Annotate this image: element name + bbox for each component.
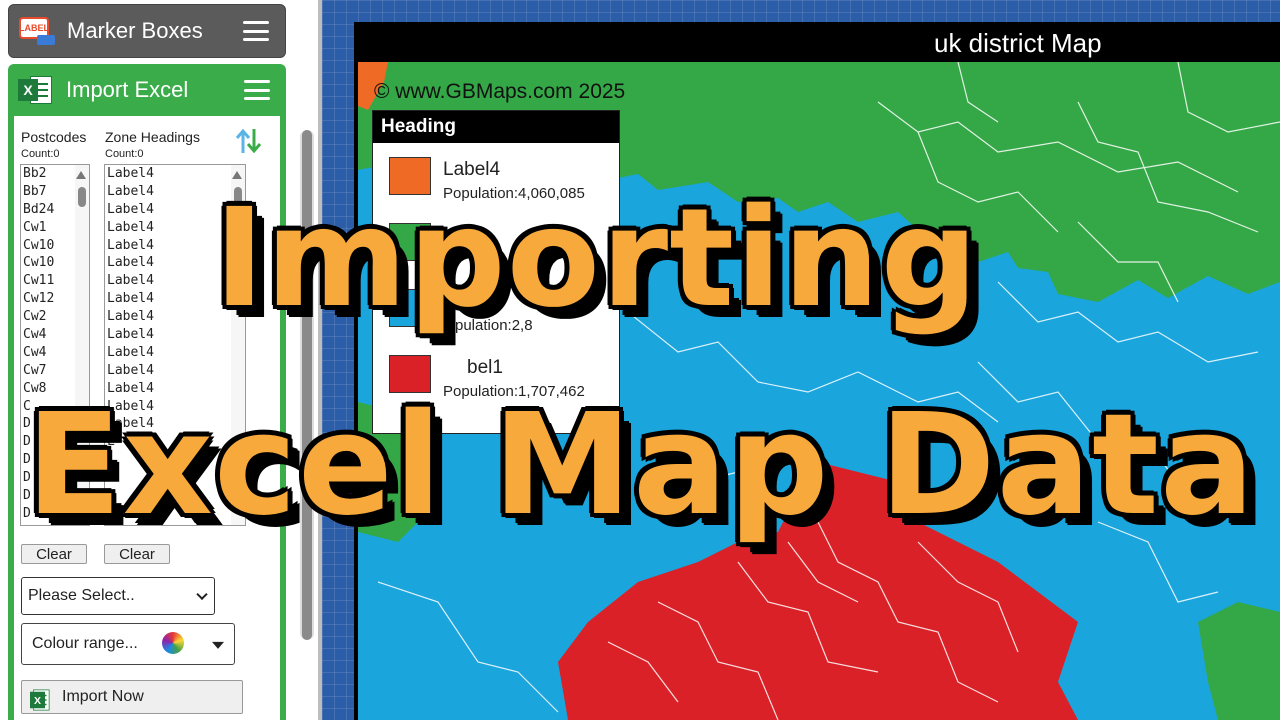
zone-heading-list-item[interactable]: Label4 — [105, 362, 245, 380]
column-select[interactable]: Please Select.. — [21, 577, 215, 615]
legend-heading: Heading — [373, 111, 619, 143]
zone-heading-list-item[interactable]: Label4 — [105, 344, 245, 362]
chevron-down-icon — [196, 588, 208, 601]
postcodes-heading: Postcodes — [21, 129, 87, 145]
dropdown-arrow-icon — [212, 641, 224, 649]
legend-item-label: Label4 — [443, 159, 501, 180]
marker-boxes-menu-icon[interactable] — [243, 21, 269, 41]
marker-boxes-title: Marker Boxes — [67, 18, 203, 43]
sidebar: LABEL Marker Boxes X Import Excel Postco… — [0, 0, 320, 720]
import-excel-panel-header[interactable]: X Import Excel — [8, 64, 286, 116]
clear-zones-button[interactable]: Clear — [104, 544, 170, 564]
column-select-value: Please Select.. — [28, 587, 135, 604]
import-excel-title: Import Excel — [66, 77, 189, 102]
overlay-title-line1: Importing — [214, 180, 979, 338]
copyright-text: © www.GBMaps.com 2025 — [374, 80, 626, 103]
overlay-title-line2: Excel Map Data — [26, 384, 1256, 547]
excel-icon: X — [18, 74, 56, 106]
excel-icon: X — [30, 688, 50, 711]
label-icon: LABEL — [19, 15, 57, 47]
zone-headings-heading: Zone Headings — [105, 129, 200, 145]
legend-item-label: bel1 — [467, 357, 503, 378]
zone-headings-count: Count:0 — [105, 148, 144, 160]
clear-postcodes-button[interactable]: Clear — [21, 544, 87, 564]
import-excel-menu-icon[interactable] — [244, 80, 270, 100]
map-title: uk district Map — [934, 28, 1102, 58]
colour-range-select[interactable]: Colour range... — [21, 623, 235, 665]
postcodes-count: Count:0 — [21, 148, 60, 160]
colour-wheel-icon — [162, 632, 184, 654]
colour-range-label: Colour range... — [32, 635, 138, 652]
marker-boxes-panel-header[interactable]: LABEL Marker Boxes — [8, 4, 286, 58]
import-now-button[interactable]: X Import Now — [21, 680, 243, 714]
import-now-label: Import Now — [62, 688, 144, 705]
swap-sort-icon[interactable] — [234, 126, 264, 156]
map-title-bar: uk district Map — [354, 22, 1280, 62]
